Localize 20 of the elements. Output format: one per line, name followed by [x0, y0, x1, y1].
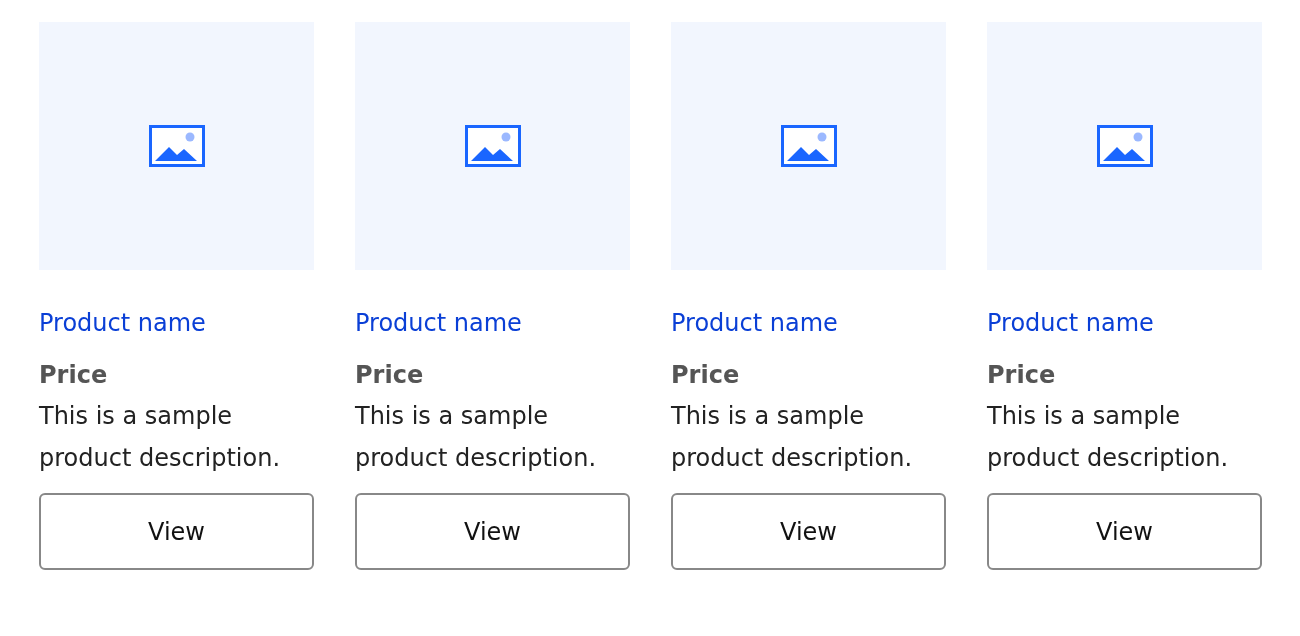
product-name-link[interactable]: Product name [671, 306, 946, 340]
view-button[interactable]: View [355, 493, 630, 570]
product-description: This is a sample product description. [39, 401, 281, 474]
view-button[interactable]: View [39, 493, 314, 570]
image-icon [780, 125, 837, 167]
price-label: Price [39, 360, 109, 391]
price-label: Price [671, 360, 741, 391]
product-name-link[interactable]: Product name [987, 306, 1262, 340]
product-description: This is a sample product description. [355, 401, 597, 474]
image-icon [148, 125, 205, 167]
image-icon [1096, 125, 1153, 167]
price-label: Price [987, 360, 1057, 391]
product-name-link[interactable]: Product name [39, 306, 314, 340]
product-description: This is a sample product description. [671, 401, 913, 474]
image-icon [464, 125, 521, 167]
product-name-link[interactable]: Product name [355, 306, 630, 340]
view-button[interactable]: View [671, 493, 946, 570]
product-description: This is a sample product description. [987, 401, 1229, 474]
view-button[interactable]: View [987, 493, 1262, 570]
price-label: Price [355, 360, 425, 391]
